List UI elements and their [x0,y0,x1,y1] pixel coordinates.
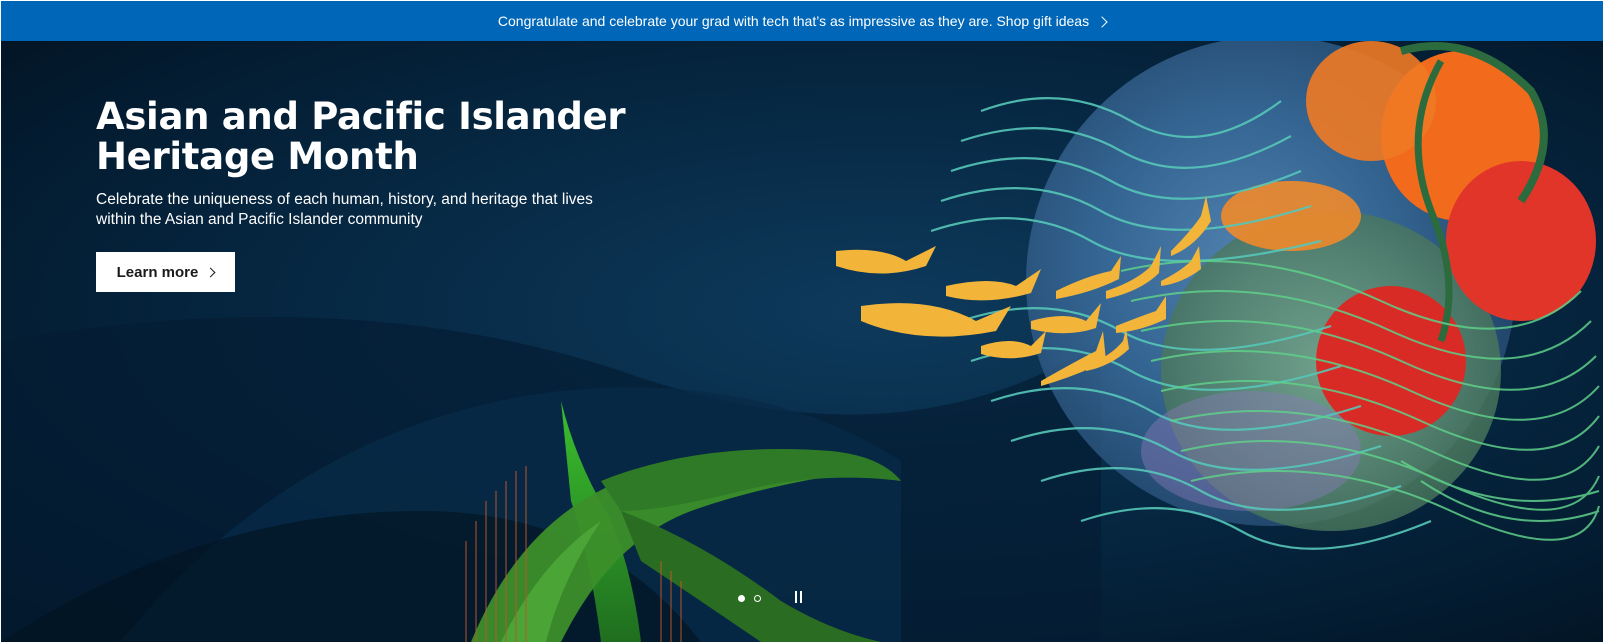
promo-banner[interactable]: Congratulate and celebrate your grad wit… [1,1,1603,41]
pause-icon[interactable] [792,591,804,605]
carousel-dot-1[interactable] [738,594,745,602]
hero-description: Celebrate the uniqueness of each human, … [96,191,593,228]
carousel-controls [738,590,804,606]
carousel-dot-2[interactable] [754,594,761,602]
page: Congratulate and celebrate your grad wit… [0,0,1604,642]
hero-title: Asian and Pacific Islander Heritage Mont… [96,95,626,178]
learn-more-button[interactable]: Learn more [96,252,235,292]
hero-carousel: Asian and Pacific Islander Heritage Mont… [1,41,1603,642]
promo-banner-text[interactable]: Congratulate and celebrate your grad wit… [498,13,1089,29]
learn-more-label: Learn more [116,263,199,281]
chevron-right-icon [1096,15,1108,28]
chevron-right-icon [205,267,216,277]
